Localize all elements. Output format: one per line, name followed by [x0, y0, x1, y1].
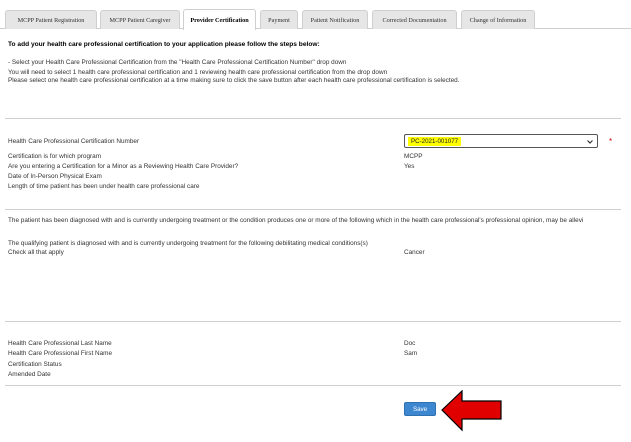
- tab-payment[interactable]: Payment: [260, 10, 298, 29]
- tab-label: Patient Notification: [310, 16, 360, 24]
- tab-bar: MCPP Patient Registration MCPP Patient C…: [0, 0, 631, 30]
- diagnosis-statement: The patient has been diagnosed with and …: [8, 217, 584, 224]
- instruction-step-1: - Select your Health Care Professional C…: [8, 59, 347, 66]
- tab-patient-notification[interactable]: Patient Notification: [302, 10, 368, 29]
- chevron-down-icon: [587, 140, 593, 144]
- condition-value: Cancer: [404, 249, 425, 256]
- tab-label: MCPP Patient Caregiver: [109, 16, 171, 24]
- minor-certification-value: Yes: [404, 163, 415, 170]
- divider: [5, 321, 621, 322]
- amended-date-label: Amended Date: [8, 371, 51, 378]
- care-length-label: Length of time patient has been under he…: [8, 183, 200, 190]
- required-indicator: *: [609, 137, 613, 146]
- first-name-label: Health Care Professional First Name: [8, 350, 113, 357]
- tab-label: Corrected Documentation: [382, 16, 447, 24]
- last-name-label: Health Care Professional Last Name: [8, 340, 112, 347]
- tab-label: Payment: [268, 16, 290, 24]
- check-all-label: Check all that apply: [8, 249, 64, 256]
- minor-certification-label: Are you entering a Certification for a M…: [8, 163, 239, 170]
- tab-corrected-documentation[interactable]: Corrected Documentation: [372, 10, 457, 29]
- divider: [5, 118, 621, 119]
- qualifying-conditions-label: The qualifying patient is diagnosed with…: [8, 240, 368, 247]
- tab-label: Change of Information: [469, 16, 527, 24]
- certification-number-label: Health Care Professional Certification N…: [8, 138, 140, 145]
- certification-number-value: PC-2021-001077: [408, 137, 462, 146]
- program-value: MCPP: [404, 153, 423, 160]
- tab-label: MCPP Patient Registration: [17, 16, 85, 24]
- save-button[interactable]: Save: [404, 402, 436, 416]
- divider: [5, 209, 621, 210]
- certification-number-select[interactable]: PC-2021-001077: [404, 134, 598, 148]
- instructions-heading: To add your health care professional cer…: [8, 41, 320, 48]
- certification-status-label: Certification Status: [8, 361, 62, 368]
- instruction-step-2: You will need to select 1 health care pr…: [8, 69, 388, 76]
- divider: [5, 385, 621, 386]
- exam-date-label: Date of In-Person Physical Exam: [8, 173, 102, 180]
- first-name-value: Sam: [404, 350, 418, 357]
- tab-provider-certification[interactable]: Provider Certification: [183, 9, 256, 30]
- program-label: Certification is for which program: [8, 153, 102, 160]
- instruction-step-3: Please select one health care profession…: [8, 77, 460, 84]
- tab-mcpp-patient-registration[interactable]: MCPP Patient Registration: [5, 10, 97, 29]
- tab-label: Provider Certification: [190, 16, 249, 24]
- last-name-value: Doc: [404, 340, 416, 347]
- tab-change-of-information[interactable]: Change of Information: [461, 10, 535, 29]
- pointer-arrow-icon: [441, 390, 502, 432]
- tab-mcpp-patient-caregiver[interactable]: MCPP Patient Caregiver: [100, 10, 180, 29]
